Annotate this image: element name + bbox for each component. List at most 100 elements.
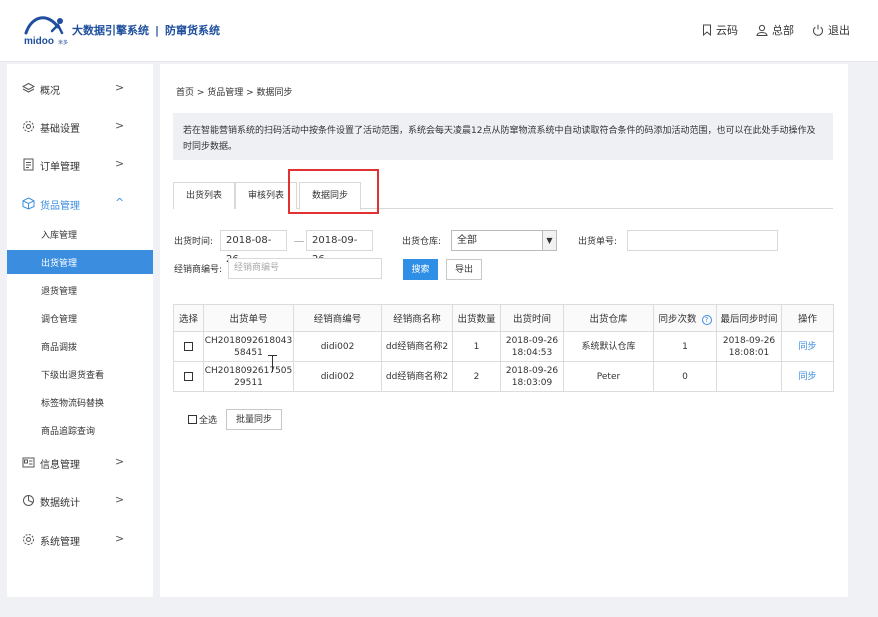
- ship-time-cell: 2018-09-26 18:03:09: [500, 361, 564, 392]
- order-no-cell: CH2018092618043 58451: [203, 331, 294, 362]
- cloud-code-label: 云码: [716, 24, 738, 37]
- layers-icon: [22, 82, 35, 93]
- headquarters-link[interactable]: 总部: [756, 22, 794, 38]
- order-no-input[interactable]: [627, 230, 778, 251]
- sidebar-item-basic-settings[interactable]: 基础设置 >: [7, 113, 153, 141]
- sidebar-item-orders[interactable]: 订单管理 >: [7, 151, 153, 179]
- user-icon: [756, 24, 768, 36]
- top-actions: 云码 总部 退出: [702, 22, 850, 38]
- date-from-input[interactable]: 2018-08-26: [220, 230, 287, 265]
- sidebar-sub-code-replace[interactable]: 标签物流码替换: [7, 390, 153, 414]
- ship-time-label: 出货时间:: [174, 237, 214, 247]
- sidebar-sub-returns[interactable]: 退货管理: [7, 278, 153, 302]
- order-no-line2: 29511: [234, 377, 263, 388]
- sync-notice: 若在智能营销系统的扫码活动中按条件设置了活动范围，系统会每天凌晨12点从防窜物流…: [173, 113, 833, 160]
- tab-review-list[interactable]: 审核列表: [235, 182, 297, 209]
- chevron-right-icon: >: [115, 532, 125, 545]
- ship-date: 2018-09-26: [505, 335, 559, 346]
- sidebar-item-overview[interactable]: 概况 >: [7, 75, 153, 103]
- chevron-right-icon: >: [115, 493, 125, 506]
- sync-count-cell: 1: [653, 331, 717, 362]
- col-sync-count: 同步次数?: [653, 304, 717, 332]
- sidebar-sub-subordinate-view[interactable]: 下级出退货查看: [7, 362, 153, 386]
- document-icon: [23, 158, 34, 171]
- date-range-dash: [294, 241, 304, 242]
- warehouse-cell: Peter: [563, 361, 654, 392]
- order-no-line1: CH2018092618043: [204, 335, 293, 346]
- sidebar-sub-product-trace[interactable]: 商品追踪查询: [7, 418, 153, 442]
- sidebar-item-label: 订单管理: [40, 162, 80, 173]
- sidebar-item-info[interactable]: 信息管理 >: [7, 449, 153, 477]
- sidebar-sub-shipment[interactable]: 出货管理: [7, 250, 153, 274]
- text-cursor-top: [268, 355, 277, 356]
- col-ship-time: 出货时间: [500, 304, 564, 332]
- sidebar-item-system[interactable]: 系统管理 >: [7, 526, 153, 554]
- subsystem-name: 防窜货系统: [165, 24, 221, 37]
- sub-item-label: 出货管理: [41, 259, 78, 269]
- col-last-sync: 最后同步时间: [716, 304, 782, 332]
- ship-time-cell: 2018-09-26 18:04:53: [500, 331, 564, 362]
- col-select: 选择: [173, 304, 204, 332]
- tab-data-sync[interactable]: 数据同步: [299, 182, 361, 210]
- system-title: 大数据引擎系统 | 防窜货系统: [72, 22, 220, 38]
- last-sync-cell: 2018-09-26 18:08:01: [716, 331, 782, 362]
- brand-name: 大数据引擎系统: [72, 24, 149, 37]
- col-dealer-no: 经销商编号: [293, 304, 382, 332]
- sidebar-item-label: 概况: [40, 86, 60, 97]
- sidebar-item-label: 信息管理: [40, 460, 80, 471]
- row-select-cell: [173, 331, 204, 362]
- sync-count-cell: 0: [653, 361, 717, 392]
- dealer-no-input[interactable]: 经销商编号: [228, 258, 382, 279]
- dealer-no-label: 经销商编号:: [174, 265, 223, 275]
- sync-count-header-label: 同步次数: [658, 314, 697, 325]
- chevron-right-icon: >: [115, 157, 125, 170]
- top-header: midoo 米多 大数据引擎系统 | 防窜货系统 云码 总部 退出: [0, 0, 878, 62]
- sub-item-label: 标签物流码替换: [41, 399, 105, 409]
- warehouse-select[interactable]: 全部 ▼: [451, 230, 557, 251]
- export-button[interactable]: 导出: [446, 259, 482, 280]
- batch-sync-button[interactable]: 批量同步: [226, 409, 282, 430]
- sidebar-item-label: 数据统计: [40, 498, 80, 509]
- chevron-down-icon: ▼: [542, 231, 556, 250]
- dealer-no-cell: didi002: [293, 361, 382, 392]
- help-icon[interactable]: ?: [701, 314, 712, 325]
- row-checkbox[interactable]: [184, 371, 193, 381]
- cube-icon: [22, 197, 35, 210]
- chevron-right-icon: >: [115, 455, 125, 468]
- sidebar: 概况 > 基础设置 > 订单管理 > 货品管理 ^ 入库管理 出货管理 退货管理…: [7, 64, 153, 597]
- sync-link[interactable]: 同步: [798, 342, 816, 352]
- logout-label: 退出: [828, 24, 850, 37]
- sub-item-label: 下级出退货查看: [41, 371, 105, 381]
- sync-link[interactable]: 同步: [798, 372, 816, 382]
- table-header-row: 选择 出货单号 经销商编号 经销商名称 出货数量 出货时间 出货仓库 同步次数?…: [173, 304, 834, 332]
- sub-item-label: 入库管理: [41, 231, 78, 241]
- warehouse-cell: 系统默认仓库: [563, 331, 654, 362]
- col-warehouse: 出货仓库: [563, 304, 654, 332]
- dealer-name-cell: dd经销商名称2: [381, 361, 453, 392]
- cloud-code-link[interactable]: 云码: [702, 22, 738, 38]
- date-to-input[interactable]: 2018-09-26: [306, 230, 373, 265]
- col-action: 操作: [781, 304, 834, 332]
- midoo-logo[interactable]: midoo 米多: [22, 11, 70, 47]
- action-cell: 同步: [781, 331, 834, 362]
- sidebar-item-goods[interactable]: 货品管理 ^: [7, 190, 153, 218]
- warehouse-label: 出货仓库:: [402, 237, 442, 247]
- sidebar-sub-inbound[interactable]: 入库管理: [7, 222, 153, 246]
- last-sync-date: 2018-09-26: [722, 335, 776, 346]
- search-button[interactable]: 搜索: [403, 259, 438, 280]
- select-all-checkbox[interactable]: 全选: [188, 413, 217, 426]
- sub-item-label: 商品追踪查询: [41, 427, 96, 437]
- sidebar-sub-product-allocation[interactable]: 商品调拨: [7, 334, 153, 358]
- order-no-label: 出货单号:: [578, 237, 618, 247]
- logout-link[interactable]: 退出: [812, 22, 850, 38]
- qty-cell: 2: [452, 361, 501, 392]
- tab-shipment-list[interactable]: 出货列表: [173, 182, 235, 209]
- sidebar-sub-warehouse-transfer[interactable]: 调仓管理: [7, 306, 153, 330]
- qty-cell: 1: [452, 331, 501, 362]
- row-checkbox[interactable]: [184, 341, 193, 351]
- gear-icon: [23, 534, 34, 545]
- logo-sub-text: 米多: [58, 39, 68, 46]
- action-cell: 同步: [781, 361, 834, 392]
- sidebar-item-statistics[interactable]: 数据统计 >: [7, 487, 153, 515]
- select-all-box[interactable]: [188, 415, 197, 424]
